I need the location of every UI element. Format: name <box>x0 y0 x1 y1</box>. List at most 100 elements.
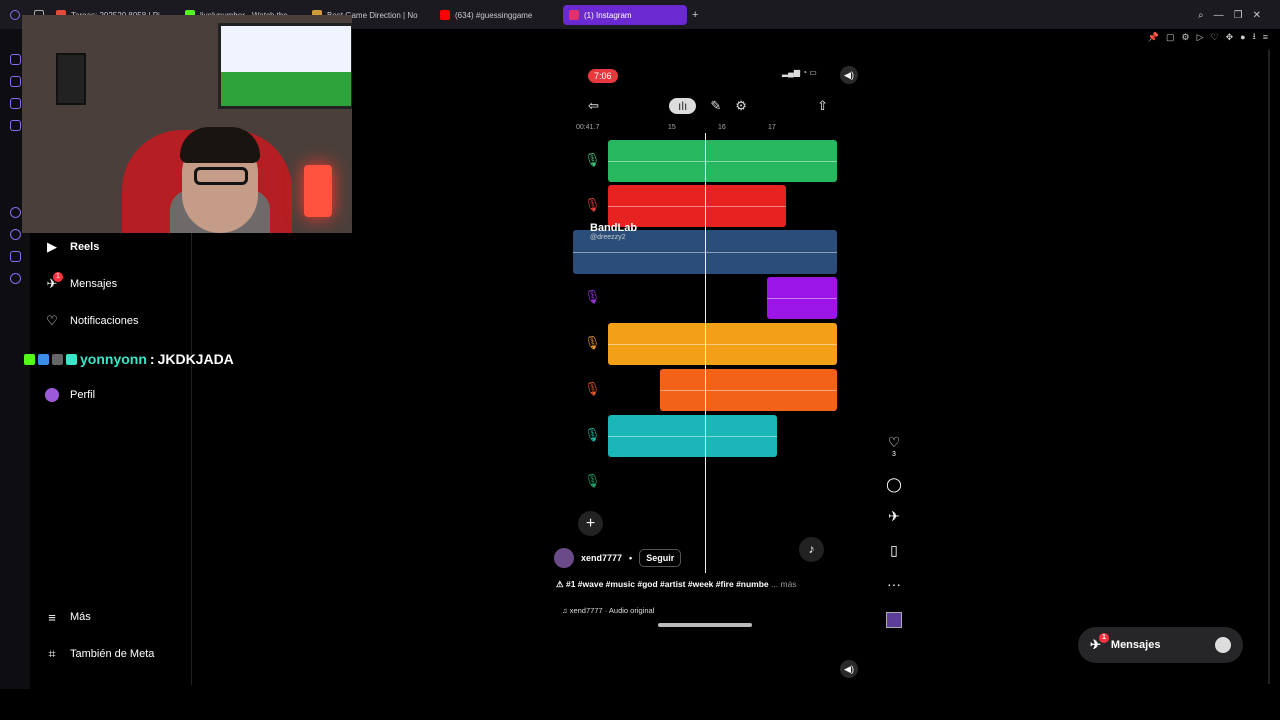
badge-icon <box>52 353 63 365</box>
track-clip <box>767 277 837 319</box>
extensions-icon[interactable]: ⚙ <box>1182 32 1190 43</box>
waveform <box>660 390 837 391</box>
exit-icon: ⇦ <box>588 98 599 113</box>
shop-icon[interactable] <box>10 251 21 262</box>
tab-youtube[interactable]: (634) #guessinggame <box>440 5 555 25</box>
track-clip <box>608 140 837 182</box>
history-icon[interactable] <box>10 229 21 240</box>
whatsapp-icon[interactable] <box>10 76 21 87</box>
separator-dot: • <box>629 553 633 563</box>
scrollbar[interactable] <box>1266 50 1272 684</box>
audio-thumbnail[interactable] <box>884 612 904 628</box>
sidebar-item-mensajes[interactable]: ✈ 1 Mensajes <box>44 272 117 292</box>
window-controls: ⌕ — ❐ ✕ <box>1198 5 1268 25</box>
favorite-icon[interactable]: ♡ <box>1211 32 1219 43</box>
chat-username: yonnyonn <box>80 351 147 367</box>
messages-label: Mensajes <box>1110 639 1161 651</box>
watermark-text: BandLab <box>590 222 638 234</box>
more-options-icon[interactable]: ··· <box>884 576 904 592</box>
pin-icon[interactable]: 📌 <box>1148 32 1159 43</box>
webcam-overlay <box>22 15 352 233</box>
signal-icon: ▂▄▆ ◔ ▭ <box>782 68 817 77</box>
stream-chat-message: yonnyonn : JKDKJADA <box>24 351 234 367</box>
follow-button[interactable]: Seguir <box>639 549 682 567</box>
search-icon[interactable]: ⌕ <box>1198 10 1204 21</box>
messages-panel[interactable]: ✈ 1 Mensajes <box>1078 627 1243 663</box>
avatar <box>44 387 60 403</box>
bandlab-watermark: BandLab @dreezzy2 <box>590 222 637 241</box>
add-track-icon: + <box>578 511 603 536</box>
badge-icon <box>66 353 77 365</box>
restore-icon[interactable]: ❐ <box>1234 10 1243 21</box>
track-clip <box>608 323 837 365</box>
avatar[interactable] <box>554 548 574 568</box>
chat-text: JKDKJADA <box>157 351 234 367</box>
comment-icon[interactable]: ◯ <box>884 476 904 493</box>
volume-icon[interactable]: ◀) <box>840 66 858 84</box>
reel-author: xend7777 • Seguir <box>554 548 682 568</box>
chat-separator: : <box>149 351 155 367</box>
unread-badge: 1 <box>53 272 63 282</box>
sidebar-item-notificaciones[interactable]: ♡ Notificaciones <box>44 313 138 329</box>
send-icon: ✈ 1 <box>1090 633 1109 653</box>
mic-icon: 🎙 <box>584 381 601 396</box>
author-name[interactable]: xend7777 <box>581 553 622 563</box>
sidebar-item-mas[interactable]: ≡ Más <box>44 609 91 625</box>
download-icon[interactable]: ⭳ <box>1253 29 1256 45</box>
mic-icon: 🎙 <box>584 473 601 488</box>
reels-icon: ▶ <box>47 239 57 254</box>
waveform <box>608 344 837 345</box>
badge-icon <box>38 353 49 365</box>
menu-icon: ≡ <box>48 609 56 625</box>
webcam-tv <box>218 23 352 109</box>
messenger-icon[interactable] <box>10 54 21 65</box>
instagram-sidebar: ▶ Reels ✈ 1 Mensajes ♡ Notificaciones Perfil… <box>30 233 192 685</box>
volume-icon[interactable]: ◀) <box>840 660 858 678</box>
share-icon[interactable]: ✈ <box>884 508 904 525</box>
track-clip <box>660 369 837 411</box>
wall-poster <box>56 53 86 105</box>
avatar <box>1215 637 1231 653</box>
audio-label: xend7777 · Audio original <box>569 606 655 615</box>
youtube-icon <box>440 10 450 20</box>
like-button[interactable]: ♡ 3 <box>884 434 904 458</box>
waveform-icon: ılı <box>669 98 697 114</box>
unread-badge: 1 <box>1099 633 1109 643</box>
playhead <box>705 133 706 573</box>
clock-icon[interactable] <box>10 207 21 218</box>
streamer-hair <box>180 127 260 163</box>
mic-icon: 🎙 <box>584 335 601 350</box>
like-count: 3 <box>892 451 896 458</box>
play-icon[interactable]: ▷ <box>1197 32 1204 43</box>
sidebar-item-meta[interactable]: ⌗ También de Meta <box>44 646 154 662</box>
ruler-mark: 16 <box>718 124 726 131</box>
caption-text: #1 #wave #music #god #artist #week #fire… <box>565 579 769 589</box>
reel-audio[interactable]: ♫ xend7777 · Audio original <box>562 606 654 615</box>
settings-icon: ⚙ <box>735 98 747 113</box>
mic-icon: 🎙 <box>584 289 601 304</box>
minimize-icon[interactable]: — <box>1214 10 1224 21</box>
menu-icon[interactable]: ≡ <box>1263 32 1268 42</box>
more-link[interactable]: ... más <box>771 579 797 589</box>
app-icon[interactable] <box>10 120 21 131</box>
pen-icon: ✎ <box>710 98 722 113</box>
sidebar-item-perfil[interactable]: Perfil <box>44 387 95 403</box>
phone-home-bar <box>658 623 752 627</box>
profile-icon[interactable]: ● <box>1240 32 1245 42</box>
waveform <box>608 161 837 162</box>
heart-icon: ♡ <box>46 313 58 328</box>
save-icon[interactable]: ▯ <box>884 542 904 559</box>
tab-instagram[interactable]: (1) Instagram <box>563 5 687 25</box>
ruler-time: 00:41.7 <box>576 124 600 131</box>
waveform <box>608 206 786 207</box>
new-tab-button[interactable]: + <box>692 5 704 25</box>
track-clip <box>608 185 786 227</box>
screenshot-icon[interactable]: ▢ <box>1166 32 1175 43</box>
puzzle-icon[interactable]: ✥ <box>1226 32 1234 43</box>
settings-icon[interactable] <box>10 273 21 284</box>
sidebar-item-reels[interactable]: ▶ Reels <box>44 239 99 255</box>
instagram-icon[interactable] <box>10 98 21 109</box>
reel-caption: ⚠ #1 #wave #music #god #artist #week #fi… <box>556 579 797 589</box>
screen: Tareas: 202520.8058 | Pi livelynumber - … <box>0 0 1280 720</box>
close-icon[interactable]: ✕ <box>1253 10 1261 21</box>
